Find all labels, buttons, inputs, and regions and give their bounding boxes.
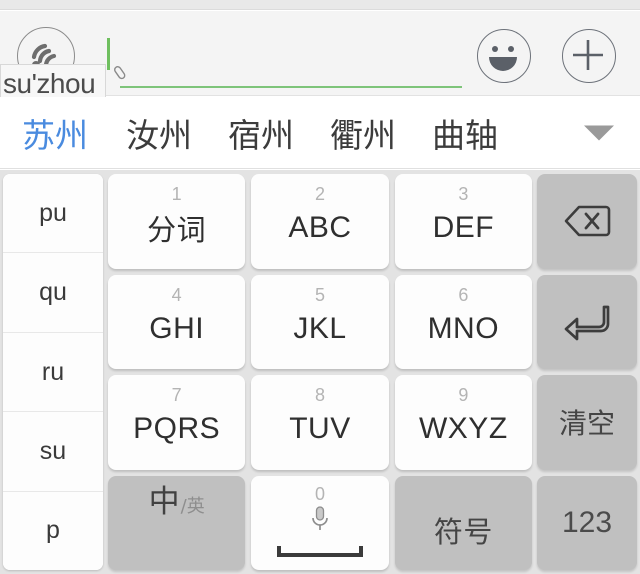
backspace-key[interactable] xyxy=(537,174,637,269)
key-label: PQRS xyxy=(133,412,221,446)
key-label: JKL xyxy=(293,311,347,345)
key-label: 符号 xyxy=(433,514,493,549)
key-number: 5 xyxy=(314,284,325,305)
input-bar: su'zhou xyxy=(0,11,640,103)
key-number: 1 xyxy=(171,184,182,204)
key-label: 123 xyxy=(561,505,613,539)
key-1-fenci[interactable]: 1 分词 xyxy=(108,174,246,269)
key-label: GHI xyxy=(149,311,205,345)
add-button[interactable] xyxy=(562,29,616,83)
language-secondary-label: /英 xyxy=(180,495,205,517)
key-6-mno[interactable]: 6 MNO xyxy=(394,274,532,369)
enter-return-icon xyxy=(564,305,610,341)
status-strip xyxy=(0,0,640,10)
candidate-item-3[interactable]: 衢州 xyxy=(330,109,396,157)
space-key[interactable]: 0 xyxy=(251,475,389,570)
candidate-bar: 苏州 汝州 宿州 衢州 曲轴 xyxy=(0,97,640,169)
chevron-down-icon[interactable] xyxy=(584,125,614,140)
key-2-abc[interactable]: 2 ABC xyxy=(251,174,389,269)
smiley-face-icon xyxy=(489,46,517,71)
function-column: 清空 123 xyxy=(537,174,637,570)
syllable-item-0[interactable]: pu xyxy=(3,174,103,254)
key-label: MNO xyxy=(427,311,500,345)
syllable-item-1[interactable]: qu xyxy=(3,253,103,333)
emoji-button[interactable] xyxy=(477,29,531,83)
candidate-item-2[interactable]: 宿州 xyxy=(228,109,294,157)
key-9-wxyz[interactable]: 9 WXYZ xyxy=(394,375,532,470)
key-number: 3 xyxy=(458,184,469,204)
key-number: 8 xyxy=(314,385,325,405)
key-label: ABC xyxy=(288,211,352,245)
key-number: 6 xyxy=(458,284,469,305)
symbol-key[interactable]: 符号 xyxy=(394,475,532,570)
key-number: 0 xyxy=(314,483,325,504)
spacebar-indicator xyxy=(276,546,363,558)
clear-key[interactable]: 清空 xyxy=(537,375,637,470)
key-label: TUV xyxy=(289,412,351,446)
key-label: 清空 xyxy=(558,407,615,441)
pencil-icon[interactable] xyxy=(110,63,130,83)
candidate-item-4[interactable]: 曲轴 xyxy=(432,109,498,157)
key-number: 9 xyxy=(458,385,469,405)
candidate-item-1[interactable]: 汝州 xyxy=(126,109,192,157)
syllable-item-2[interactable]: ru xyxy=(3,332,103,413)
key-8-tuv[interactable]: 8 TUV xyxy=(251,375,389,470)
key-7-pqrs[interactable]: 7 PQRS xyxy=(108,375,246,470)
composing-text: su'zhou xyxy=(3,67,96,99)
key-5-jkl[interactable]: 5 JKL xyxy=(251,274,389,369)
language-toggle-key[interactable]: 中 /英 xyxy=(108,475,246,570)
enter-key[interactable] xyxy=(537,274,637,369)
backspace-icon xyxy=(564,205,611,237)
candidate-item-0[interactable]: 苏州 xyxy=(22,109,88,157)
numeric-mode-key[interactable]: 123 xyxy=(537,475,637,570)
keyboard: pu qu ru su p 1 分词 2 ABC 3 DEF 4 GHI 5 J… xyxy=(0,170,640,574)
numeric-keypad: 1 分词 2 ABC 3 DEF 4 GHI 5 JKL 6 MNO 7 PQR… xyxy=(108,174,532,570)
key-label: DEF xyxy=(432,211,495,245)
syllable-column: pu qu ru su p xyxy=(3,174,103,570)
syllable-item-4[interactable]: p xyxy=(3,491,103,570)
text-field-underline xyxy=(120,86,462,88)
key-number: 4 xyxy=(171,284,182,305)
key-number: 7 xyxy=(171,385,182,405)
ime-keyboard-screen: su'zhou 苏州 汝州 宿州 衢州 曲轴 pu qu ru su p 1 分… xyxy=(0,0,640,574)
microphone-icon[interactable] xyxy=(308,504,332,539)
key-label: WXYZ xyxy=(418,412,508,446)
plus-icon xyxy=(573,40,603,70)
key-4-ghi[interactable]: 4 GHI xyxy=(108,274,246,369)
language-primary-label: 中 xyxy=(148,483,180,520)
key-label: 分词 xyxy=(147,213,207,248)
key-3-def[interactable]: 3 DEF xyxy=(394,174,532,269)
key-number: 2 xyxy=(314,184,325,204)
syllable-item-3[interactable]: su xyxy=(3,412,103,492)
